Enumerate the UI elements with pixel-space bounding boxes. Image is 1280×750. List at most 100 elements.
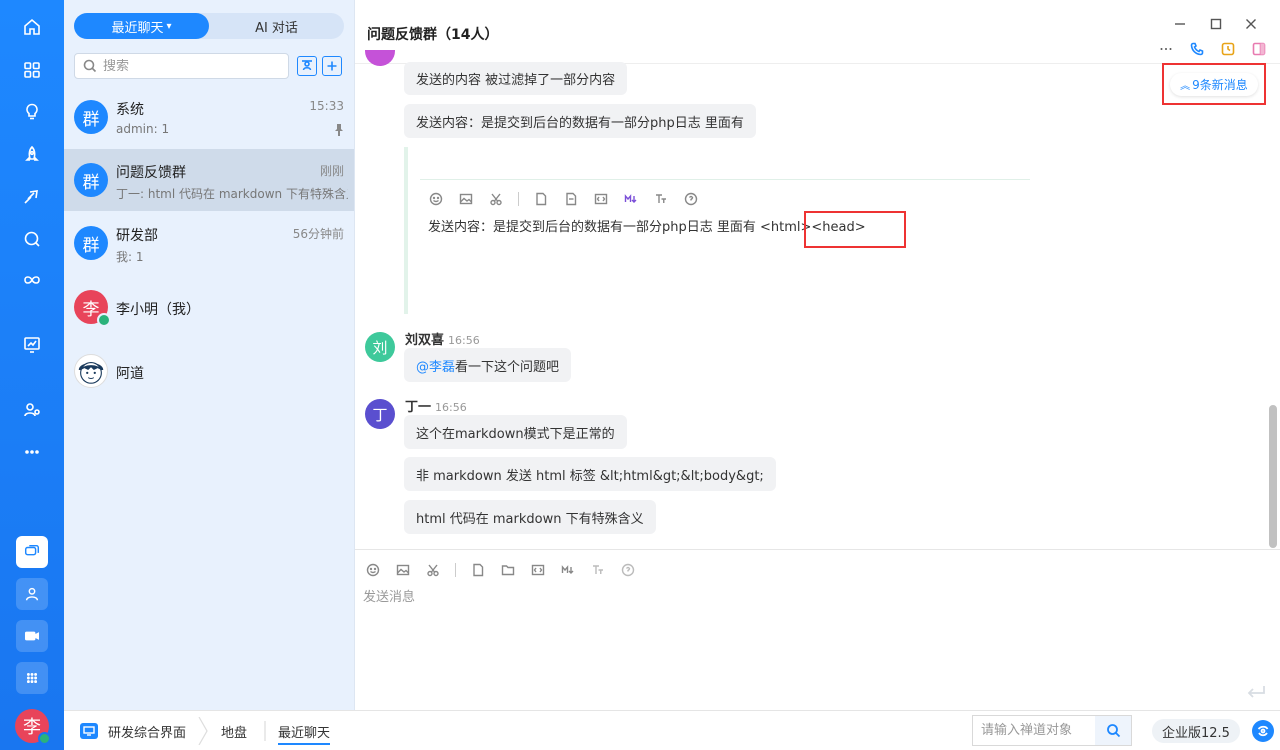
conversation-name: 研发部 bbox=[116, 228, 158, 244]
conversation-name: 阿道 bbox=[116, 366, 144, 382]
scissors-icon bbox=[488, 191, 504, 207]
edition-badge[interactable]: 企业版12.5 bbox=[1152, 719, 1240, 743]
mention-link[interactable]: @李磊 bbox=[416, 356, 455, 375]
chat-mode-tabs: 最近聊天 ▾ AI 对话 bbox=[74, 13, 344, 39]
app-menu-icon[interactable] bbox=[16, 662, 48, 694]
file-icon[interactable] bbox=[470, 562, 486, 578]
image-icon[interactable] bbox=[395, 562, 411, 578]
preview-text: 发送内容：是提交到后台的数据有一部分php日志 里面有 <html><head> bbox=[428, 220, 866, 235]
code-icon[interactable] bbox=[530, 562, 546, 578]
online-status-icon bbox=[38, 732, 51, 745]
apps-grid-icon[interactable] bbox=[16, 54, 48, 86]
message-bubble: 非 markdown 发送 html 标签 &lt;html&gt;&lt;bo… bbox=[404, 457, 776, 491]
chevron-down-icon: ▾ bbox=[166, 20, 172, 32]
admin-user-icon[interactable] bbox=[16, 394, 48, 426]
conversation-name: 李小明（我） bbox=[116, 302, 200, 318]
markdown-icon bbox=[623, 191, 639, 207]
group-avatar: 群 bbox=[74, 163, 108, 197]
message-sender: 丁一 16:56 bbox=[405, 400, 467, 415]
conversation-name: 系统 bbox=[116, 102, 144, 118]
more-options-icon[interactable] bbox=[1158, 41, 1174, 57]
message-bubble: 发送内容：是提交到后台的数据有一部分php日志 里面有 bbox=[404, 104, 756, 138]
message-composer bbox=[355, 549, 1280, 710]
conversation-item-feedback-group[interactable]: 群 问题反馈群 刚刚 丁一: html 代码在 markdown 下有特殊含义 bbox=[64, 149, 354, 211]
home-icon[interactable] bbox=[16, 11, 48, 43]
conversation-preview: admin: 1 bbox=[116, 122, 170, 136]
contacts-icon[interactable] bbox=[16, 578, 48, 610]
folder-icon bbox=[563, 191, 579, 207]
conversation-time: 刚刚 bbox=[319, 164, 344, 178]
contact-book-icon[interactable] bbox=[297, 56, 317, 76]
message-bubble: 这个在markdown模式下是正常的 bbox=[404, 415, 627, 449]
chat-panel: 问题反馈群（14人） ︽ 9条新消息 发送的内容 被过滤掉了一部分内容 发送内容：… bbox=[355, 0, 1280, 710]
conversation-panel: 最近聊天 ▾ AI 对话 群 系统 15:33 admin: 1 群 问题反馈群… bbox=[64, 0, 355, 710]
send-enter-icon[interactable] bbox=[1245, 684, 1267, 700]
sprint-icon[interactable] bbox=[16, 181, 48, 213]
new-messages-indicator[interactable]: ︽ 9条新消息 bbox=[1162, 63, 1266, 105]
chat-header: 问题反馈群（14人） bbox=[355, 0, 1280, 64]
message-bubble: @李磊 看一下这个问题吧 bbox=[404, 348, 572, 382]
rocket-icon[interactable] bbox=[16, 139, 48, 171]
tab-recent-chats[interactable]: 最近聊天 ▾ bbox=[74, 13, 209, 39]
conversation-item-adao[interactable]: 阿道 bbox=[64, 340, 354, 402]
search-box[interactable] bbox=[74, 53, 289, 79]
sidebar-panel-icon[interactable] bbox=[1251, 41, 1267, 57]
scissors-icon[interactable] bbox=[425, 562, 441, 578]
folder-icon[interactable] bbox=[500, 562, 516, 578]
preview-toolbar bbox=[428, 191, 699, 207]
text-format-icon[interactable] bbox=[590, 562, 606, 578]
conversation-item-system[interactable]: 群 系统 15:33 admin: 1 bbox=[64, 86, 354, 148]
conversation-time: 15:33 bbox=[309, 99, 344, 113]
emoji-icon[interactable] bbox=[365, 562, 381, 578]
markdown-icon[interactable] bbox=[560, 562, 576, 578]
message-avatar bbox=[365, 50, 395, 66]
zentao-search-input[interactable] bbox=[973, 716, 1097, 745]
lightbulb-icon[interactable] bbox=[16, 96, 48, 128]
conversation-item-rd-dept[interactable]: 群 研发部 56分钟前 我: 1 bbox=[64, 212, 354, 274]
conversation-item-self[interactable]: 李 李小明（我） bbox=[64, 276, 354, 338]
chat-icon[interactable] bbox=[16, 536, 48, 568]
page-title: 问题反馈群（14人） bbox=[367, 27, 499, 43]
message-sender: 刘双喜 16:56 bbox=[405, 333, 480, 348]
conversation-time: 56分钟前 bbox=[292, 227, 344, 241]
video-call-icon[interactable] bbox=[16, 620, 48, 652]
maximize-icon[interactable] bbox=[1208, 16, 1224, 32]
tab-ai-chat[interactable]: AI 对话 bbox=[209, 13, 344, 39]
qa-search-icon[interactable] bbox=[16, 223, 48, 255]
search-icon[interactable] bbox=[1095, 716, 1131, 745]
conversation-preview: 丁一: html 代码在 markdown 下有特殊含义 bbox=[116, 187, 348, 201]
zentao-logo-icon[interactable] bbox=[1252, 720, 1274, 742]
add-chat-icon[interactable] bbox=[322, 56, 342, 76]
user-avatar: 李 bbox=[74, 290, 111, 327]
more-icon[interactable] bbox=[16, 436, 48, 468]
close-icon[interactable] bbox=[1243, 16, 1259, 32]
message-avatar[interactable]: 丁 bbox=[365, 399, 395, 429]
breadcrumb-app[interactable]: 研发综合界面 bbox=[108, 722, 186, 741]
report-chart-icon[interactable] bbox=[16, 329, 48, 361]
scrollbar-thumb[interactable] bbox=[1269, 405, 1277, 548]
message-input[interactable] bbox=[363, 586, 1263, 686]
search-input[interactable] bbox=[103, 58, 283, 74]
message-bubble: html 代码在 markdown 下有特殊含义 bbox=[404, 500, 656, 534]
search-icon bbox=[83, 59, 97, 73]
text-format-icon bbox=[653, 191, 669, 207]
left-nav-rail: 李 bbox=[0, 0, 64, 750]
highlight-box bbox=[804, 211, 906, 248]
conversation-name: 问题反馈群 bbox=[116, 165, 186, 181]
help-icon[interactable] bbox=[620, 562, 636, 578]
user-avatar[interactable]: 李 bbox=[15, 709, 51, 745]
phone-icon[interactable] bbox=[1189, 41, 1205, 57]
group-avatar: 群 bbox=[74, 226, 108, 260]
minimize-icon[interactable] bbox=[1172, 16, 1188, 32]
zentao-object-search bbox=[972, 715, 1132, 746]
message-avatar[interactable]: 刘 bbox=[365, 332, 395, 362]
breadcrumb-recent-chats[interactable]: 最近聊天 bbox=[278, 722, 331, 745]
composer-toolbar bbox=[365, 562, 636, 578]
breadcrumb-map[interactable]: 地盘 bbox=[221, 722, 247, 741]
history-clock-icon[interactable] bbox=[1220, 41, 1236, 57]
status-bar: 研发综合界面 地盘 最近聊天 企业版12.5 bbox=[64, 710, 1280, 750]
rich-text-preview-block: 发送内容：是提交到后台的数据有一部分php日志 里面有 <html><head> bbox=[404, 147, 1030, 314]
conversation-preview: 我: 1 bbox=[116, 250, 144, 264]
code-icon bbox=[593, 191, 609, 207]
devops-infinity-icon[interactable] bbox=[16, 264, 48, 296]
